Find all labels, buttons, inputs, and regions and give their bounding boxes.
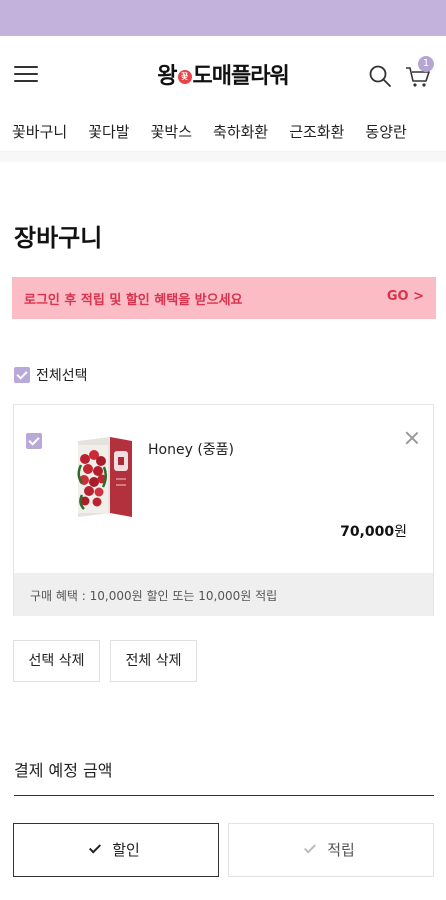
login-banner-go[interactable]: GO > xyxy=(387,289,424,304)
purchase-benefit-bar: 구매 혜택 : 10,000원 할인 또는 10,000원 적립 xyxy=(14,573,433,616)
discount-option-label: 할인 xyxy=(112,841,140,859)
logo-text-pre: 왕 xyxy=(157,64,177,89)
delete-all-button[interactable]: 전체 삭제 xyxy=(110,640,197,682)
logo-text-post: 도매플라워 xyxy=(192,64,290,89)
purchase-benefit-text: 구매 혜택 : 10,000원 할인 또는 10,000원 적립 xyxy=(30,589,278,603)
section-divider xyxy=(0,152,446,162)
category-item[interactable]: 축하화환 xyxy=(213,112,268,151)
product-image[interactable] xyxy=(70,431,138,517)
category-nav: 꽃바구니 꽃다발 꽃박스 축하화환 근조화환 동양란 xyxy=(0,112,446,152)
cart-count-badge: 1 xyxy=(418,56,434,72)
discount-option-button[interactable]: 할인 xyxy=(13,823,219,877)
select-all-label: 전체선택 xyxy=(36,368,88,384)
delete-selected-button[interactable]: 선택 삭제 xyxy=(13,640,100,682)
payment-divider xyxy=(14,795,434,796)
product-name[interactable]: Honey (중품) xyxy=(148,439,234,459)
points-option-button[interactable]: 적립 xyxy=(228,823,434,877)
item-price-unit: 원 xyxy=(394,524,407,540)
item-price-value: 70,000 xyxy=(340,524,395,540)
select-all[interactable]: 전체선택 xyxy=(14,366,88,384)
category-item[interactable]: 꽃박스 xyxy=(151,112,192,151)
item-checkbox[interactable] xyxy=(26,433,42,449)
app-header: 왕 꽃 도매플라워 1 xyxy=(0,36,446,112)
cart-item-card: Honey (중품) 70,000원 구매 혜택 : 10,000원 할인 또는… xyxy=(13,404,434,616)
select-all-checkbox[interactable] xyxy=(14,367,30,383)
logo-badge: 꽃 xyxy=(177,70,192,84)
category-item[interactable]: 꽃다발 xyxy=(88,112,129,151)
category-item[interactable]: 근조화환 xyxy=(289,112,344,151)
status-bar xyxy=(0,0,446,36)
search-icon[interactable] xyxy=(368,64,392,88)
check-icon xyxy=(304,841,317,854)
points-option-label: 적립 xyxy=(327,841,355,859)
login-banner[interactable]: 로그인 후 적립 및 할인 혜택을 받으세요 GO > xyxy=(12,277,436,319)
check-icon xyxy=(89,841,102,854)
page-title: 장바구니 xyxy=(14,224,103,252)
category-item[interactable]: 동양란 xyxy=(365,112,406,151)
login-banner-text: 로그인 후 적립 및 할인 혜택을 받으세요 xyxy=(24,293,243,308)
category-item[interactable]: 꽃바구니 xyxy=(12,112,67,151)
payment-title: 결제 예정 금액 xyxy=(14,761,113,780)
close-icon[interactable] xyxy=(405,431,419,445)
item-price: 70,000원 xyxy=(340,521,407,541)
